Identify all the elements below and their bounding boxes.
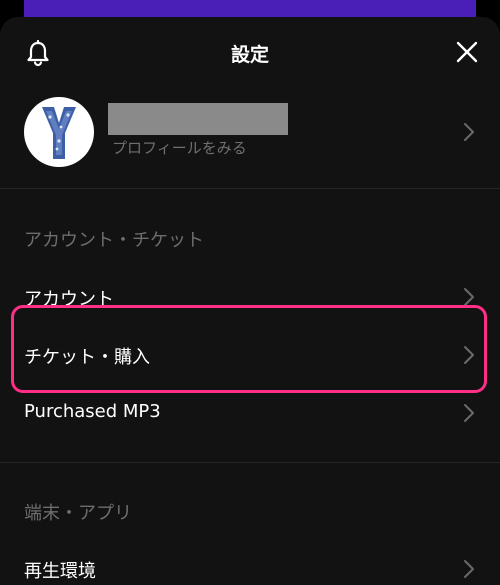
section-header-account-ticket: アカウント・チケット: [24, 230, 204, 251]
settings-sheet: 設定 プロフィールをみる アカウント・チケット アカウント チケット・購入 Pu…: [0, 17, 500, 585]
profile-row[interactable]: プロフィールをみる: [0, 95, 500, 175]
settings-item-label: Purchased MP3: [24, 401, 161, 422]
header: 設定: [0, 17, 500, 87]
chevron-right-icon: [464, 404, 474, 422]
divider: [0, 462, 500, 463]
settings-item-purchased-mp3[interactable]: Purchased MP3: [0, 385, 500, 441]
chevron-right-icon: [464, 288, 474, 306]
settings-item-playback-environment[interactable]: 再生環境: [0, 541, 500, 585]
redacted-username: [108, 103, 288, 135]
page-title: 設定: [230, 44, 269, 66]
profile-subtitle: プロフィールをみる: [112, 139, 247, 157]
settings-item-ticket-purchase[interactable]: チケット・購入: [0, 327, 500, 383]
chevron-right-icon: [464, 560, 474, 578]
avatar: [24, 97, 94, 167]
chevron-right-icon: [464, 346, 474, 364]
chevron-right-icon: [464, 123, 474, 141]
close-icon[interactable]: [454, 39, 480, 65]
settings-item-account[interactable]: アカウント: [0, 269, 500, 325]
section-header-device-app: 端末・アプリ: [24, 503, 132, 524]
avatar-logo-icon: [42, 107, 76, 159]
settings-item-label: チケット・購入: [24, 347, 150, 368]
divider: [0, 188, 500, 189]
settings-item-label: アカウント: [24, 289, 114, 310]
settings-item-label: 再生環境: [24, 561, 96, 582]
